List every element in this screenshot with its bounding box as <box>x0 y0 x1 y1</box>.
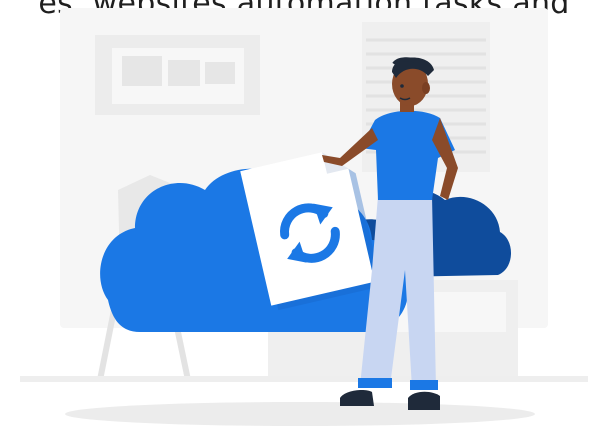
floor-shadow <box>65 402 535 426</box>
cloud-sync-illustration <box>20 8 588 426</box>
